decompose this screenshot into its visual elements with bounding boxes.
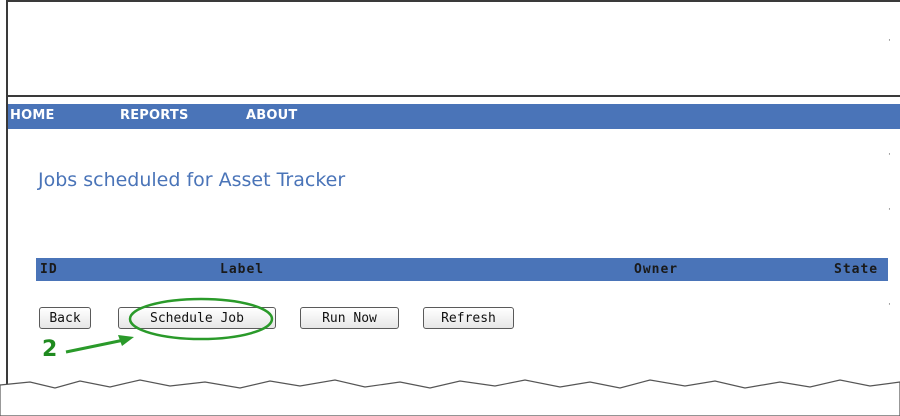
screenshot-stage: HOME REPORTS ABOUT Jobs scheduled for As… xyxy=(0,0,900,416)
annotation-arrow-head xyxy=(118,335,134,346)
annotation-overlay xyxy=(0,297,900,416)
highlight-ellipse xyxy=(128,297,274,341)
edge-mark: · xyxy=(888,150,891,160)
torn-edge xyxy=(0,379,900,416)
edge-mark: · xyxy=(888,205,891,215)
annotation-arrow-shaft xyxy=(65,338,125,354)
edge-mark: · xyxy=(888,300,891,310)
edge-mark: · xyxy=(888,36,891,46)
step-number-label: 2 xyxy=(42,337,58,362)
